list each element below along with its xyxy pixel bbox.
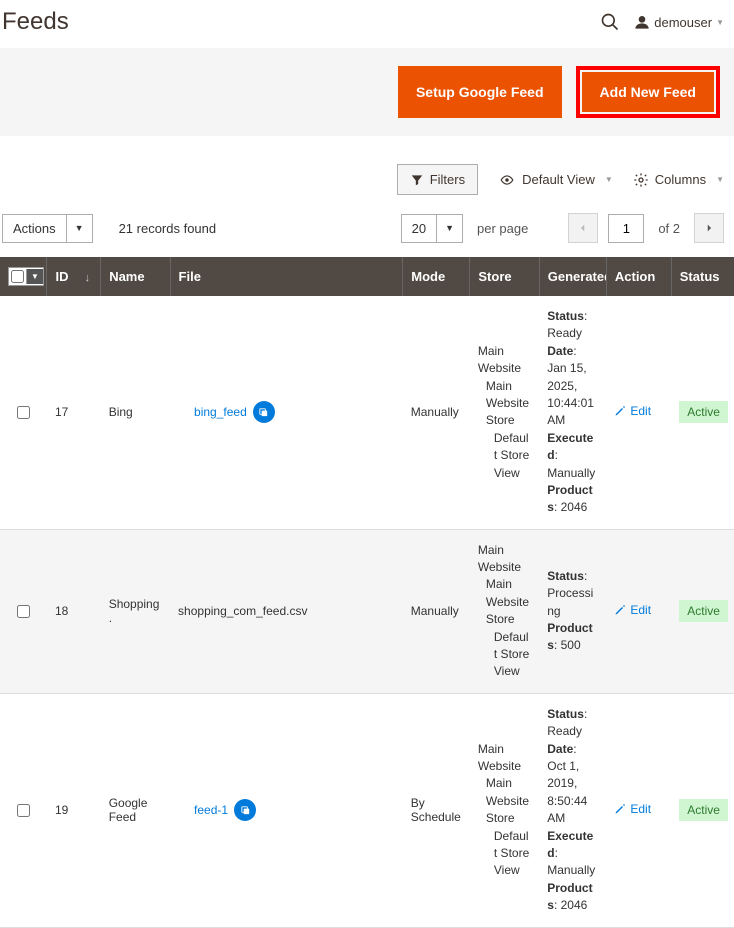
eye-icon <box>498 173 516 187</box>
status-badge: Active <box>679 799 728 821</box>
cell-id: 17 <box>47 296 101 529</box>
col-header-file[interactable]: File <box>170 257 403 296</box>
sort-arrow-icon: ↓ <box>84 272 90 284</box>
cell-status: Active <box>671 296 734 529</box>
page-size-select[interactable]: 20 ▼ <box>401 214 463 243</box>
col-header-name[interactable]: Name <box>101 257 170 296</box>
table-row: 18Shopping. shopping_com_feed.csv Manually… <box>0 529 734 693</box>
cell-name: Bing <box>101 296 170 529</box>
status-badge: Active <box>679 401 728 423</box>
highlight-add-new: Add New Feed <box>576 66 720 118</box>
columns-button[interactable]: Columns <box>633 172 724 188</box>
cell-id: 19 <box>47 693 101 927</box>
cell-file: feed-1 <box>170 693 403 927</box>
edit-label: Edit <box>630 404 651 418</box>
pencil-icon <box>614 803 626 815</box>
col-header-check[interactable]: ▼ <box>0 257 47 296</box>
page-title: Feeds <box>2 8 69 36</box>
chevron-down-icon: ▼ <box>716 18 724 27</box>
page-size-value: 20 <box>401 214 437 243</box>
cell-generated: Status: ReadyDate: Jan 15, 2025, 10:44:0… <box>539 296 606 529</box>
col-header-store[interactable]: Store <box>470 257 539 296</box>
chevron-down-icon: ▼ <box>26 269 43 284</box>
per-page-label: per page <box>477 221 528 236</box>
setup-google-feed-button[interactable]: Setup Google Feed <box>398 66 562 118</box>
actions-select[interactable]: Actions ▼ <box>2 214 93 243</box>
copy-button[interactable] <box>234 799 256 821</box>
cell-mode: Manually <box>403 529 470 693</box>
cell-id: 18 <box>47 529 101 693</box>
col-header-action[interactable]: Action <box>606 257 671 296</box>
current-page-input[interactable] <box>608 214 644 243</box>
cell-mode: Manually <box>403 296 470 529</box>
chevron-right-icon <box>704 223 714 233</box>
file-download-link[interactable]: feed-1 <box>178 803 228 817</box>
gear-icon <box>633 172 649 188</box>
add-new-feed-button[interactable]: Add New Feed <box>582 72 714 112</box>
pencil-icon <box>614 405 626 417</box>
edit-label: Edit <box>630 603 651 617</box>
pager-next-button[interactable] <box>694 213 724 243</box>
file-name-label: feed-1 <box>194 803 228 817</box>
edit-link[interactable]: Edit <box>614 404 651 418</box>
records-found-label: 21 records found <box>119 221 217 236</box>
cell-mode: By Schedule <box>403 693 470 927</box>
copy-icon <box>258 407 269 418</box>
col-header-status[interactable]: Status <box>671 257 734 296</box>
edit-link[interactable]: Edit <box>614 603 651 617</box>
pencil-icon <box>614 604 626 616</box>
edit-link[interactable]: Edit <box>614 802 651 816</box>
user-menu[interactable]: demouser ▼ <box>634 14 724 30</box>
file-name-label: bing_feed <box>194 405 247 419</box>
copy-button[interactable] <box>253 401 275 423</box>
username-label: demouser <box>654 15 712 30</box>
default-view-button[interactable]: Default View <box>498 172 613 187</box>
cell-file: bing_feed <box>170 296 403 529</box>
action-bar: Setup Google Feed Add New Feed <box>0 48 734 136</box>
columns-label: Columns <box>655 172 706 187</box>
pager-prev-button[interactable] <box>568 213 598 243</box>
cell-store: Main WebsiteMain Website StoreDefault St… <box>470 693 539 927</box>
cell-generated: Status: ReadyDate: Oct 1, 2019, 8:50:44 … <box>539 693 606 927</box>
cell-action: Edit <box>606 529 671 693</box>
filters-button[interactable]: Filters <box>397 164 478 195</box>
of-pages-label: of 2 <box>658 221 680 236</box>
col-header-generated[interactable]: Generated <box>539 257 606 296</box>
file-download-link[interactable]: bing_feed <box>178 405 247 419</box>
search-icon[interactable] <box>600 12 620 32</box>
cell-name: Shopping. <box>101 529 170 693</box>
cell-store: Main WebsiteMain Website StoreDefault St… <box>470 296 539 529</box>
chevron-down-icon: ▼ <box>67 214 93 243</box>
row-checkbox[interactable] <box>17 406 30 419</box>
funnel-icon <box>410 173 424 187</box>
chevron-left-icon <box>578 223 588 233</box>
cell-name: Google Feed <box>101 693 170 927</box>
download-icon <box>178 804 190 816</box>
select-all-checkbox[interactable] <box>11 270 24 283</box>
copy-icon <box>240 805 251 816</box>
default-view-label: Default View <box>522 172 595 187</box>
filters-label: Filters <box>430 172 465 187</box>
row-checkbox[interactable] <box>17 605 30 618</box>
cell-store: Main WebsiteMain Website StoreDefault St… <box>470 529 539 693</box>
cell-action: Edit <box>606 693 671 927</box>
col-header-mode[interactable]: Mode <box>403 257 470 296</box>
cell-action: Edit <box>606 296 671 529</box>
edit-label: Edit <box>630 802 651 816</box>
cell-status: Active <box>671 693 734 927</box>
download-icon <box>178 406 190 418</box>
file-name-label: shopping_com_feed.csv <box>178 604 307 618</box>
table-row: 19Google Feed feed-1 By ScheduleMain Websi… <box>0 693 734 927</box>
actions-select-label: Actions <box>2 214 67 243</box>
row-checkbox[interactable] <box>17 804 30 817</box>
status-badge: Active <box>679 600 728 622</box>
cell-status: Active <box>671 529 734 693</box>
cell-file: shopping_com_feed.csv <box>170 529 403 693</box>
col-header-id[interactable]: ID↓ <box>47 257 101 296</box>
feeds-table: ▼ ID↓ Name File Mode Store Generated Act… <box>0 257 734 928</box>
table-row: 17Bing bing_feed ManuallyMain WebsiteMain … <box>0 296 734 529</box>
chevron-down-icon: ▼ <box>437 214 463 243</box>
cell-generated: Status: ProcessingProducts: 500 <box>539 529 606 693</box>
